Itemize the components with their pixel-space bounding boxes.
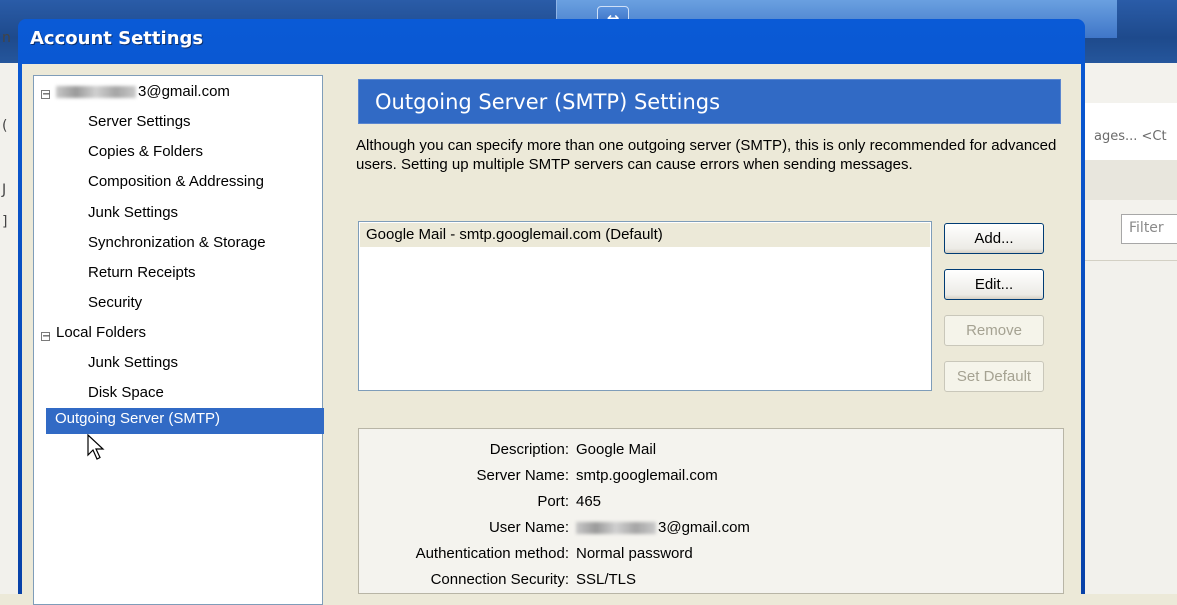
redacted-email-blur (56, 86, 136, 99)
tree-item-return-receipts[interactable]: Return Receipts (88, 264, 196, 281)
detail-label: Description: (489, 441, 569, 458)
background-edge-text: ] (2, 214, 8, 230)
detail-value-port: 465 (576, 493, 602, 510)
user-name-text: 3@gmail.com (658, 519, 750, 536)
tree-item-outgoing-server[interactable]: Outgoing Server (SMTP) (46, 408, 324, 434)
filter-input[interactable]: Filter (1121, 214, 1177, 244)
dialog-body: − 3@gmail.com Server Settings Copies & F… (22, 64, 1081, 605)
tree-item-junk-settings[interactable]: Junk Settings (88, 204, 178, 221)
background-toolbar (1085, 63, 1177, 104)
set-default-button[interactable]: Set Default (944, 361, 1044, 392)
background-search-text[interactable]: ages... <Ct (1094, 129, 1177, 151)
dialog-title: Account Settings (30, 28, 204, 49)
detail-label: Connection Security: (430, 571, 569, 588)
collapse-icon[interactable]: − (41, 332, 50, 342)
tree-item-local-junk[interactable]: Junk Settings (88, 354, 178, 371)
tree-item-composition[interactable]: Composition & Addressing (88, 173, 264, 190)
tree-local-folders[interactable]: Local Folders (56, 324, 146, 341)
detail-label: Port: (537, 493, 569, 510)
background-edge-text: J (2, 182, 7, 198)
server-details-panel: Description: Google Mail Server Name: sm… (358, 428, 1064, 594)
account-settings-dialog: Account Settings − 3@gmail.com Server Se… (18, 19, 1085, 605)
account-tree: − 3@gmail.com Server Settings Copies & F… (33, 75, 324, 605)
background-edge-text: ( (2, 118, 8, 134)
smtp-server-row[interactable]: Google Mail - smtp.googlemail.com (Defau… (360, 223, 930, 247)
redacted-username-blur (576, 522, 656, 535)
mouse-cursor-icon (87, 434, 105, 460)
tree-item-disk-space[interactable]: Disk Space (88, 384, 164, 401)
detail-label: Server Name: (476, 467, 569, 484)
detail-value-description: Google Mail (576, 441, 657, 458)
add-button[interactable]: Add... (944, 223, 1044, 254)
remove-button[interactable]: Remove (944, 315, 1044, 346)
tree-item-copies-folders[interactable]: Copies & Folders (88, 143, 203, 160)
tree-account-label: 3@gmail.com (138, 83, 230, 100)
edit-button[interactable]: Edit... (944, 269, 1044, 300)
detail-value-server-name: smtp.googlemail.com (576, 467, 718, 484)
background-tabstrip (1085, 160, 1177, 201)
detail-value-auth-method: Normal password (576, 545, 693, 562)
collapse-icon[interactable]: − (41, 90, 50, 100)
tree-item-synchronization[interactable]: Synchronization & Storage (88, 234, 266, 251)
tree-account[interactable]: 3@gmail.com (56, 83, 230, 100)
tree-item-security[interactable]: Security (88, 294, 142, 311)
smtp-description: Although you can specify more than one o… (356, 137, 1057, 173)
detail-value-connection-security: SSL/TLS (576, 571, 637, 588)
detail-label: Authentication method: (415, 545, 569, 562)
tree-item-server-settings[interactable]: Server Settings (88, 113, 191, 130)
detail-value-user-name: 3@gmail.com (576, 519, 750, 536)
background-edge-text: n (2, 30, 11, 46)
smtp-server-list[interactable]: Google Mail - smtp.googlemail.com (Defau… (358, 221, 932, 391)
detail-label: User Name: (488, 519, 569, 536)
page-title: Outgoing Server (SMTP) Settings (358, 79, 1061, 124)
